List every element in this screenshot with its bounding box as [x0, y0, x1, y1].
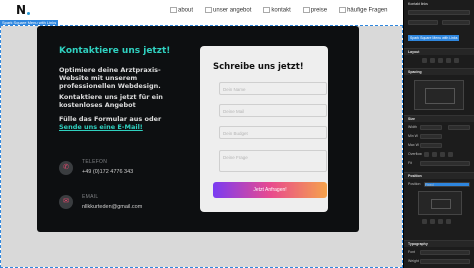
- logo-dot: [27, 12, 30, 15]
- panel-class-tag[interactable]: Spark Square Menu with Links: [408, 35, 460, 41]
- position-presets: [422, 219, 451, 224]
- contact-card: Kontaktiere uns jetzt! Optimiere deine A…: [37, 26, 359, 232]
- panel-section-size[interactable]: Size: [404, 115, 474, 122]
- width-input[interactable]: [420, 125, 442, 130]
- contact-text-1: Optimiere deine Arztpraxis-Website mit u…: [59, 66, 161, 90]
- email-value: nllkkurteden@gmail.com: [82, 204, 143, 210]
- site-navbar: N about unser angebot kontakt preise häu…: [0, 0, 403, 22]
- email-label: EMAIL: [82, 194, 99, 200]
- preset-bottom-left-icon[interactable]: [438, 219, 443, 224]
- max-width-input[interactable]: [420, 143, 442, 148]
- height-input[interactable]: [448, 125, 470, 130]
- phone-label: TELEFON: [82, 159, 108, 165]
- position-offset-box[interactable]: [418, 191, 462, 215]
- overflow-hidden-icon[interactable]: [432, 152, 437, 157]
- min-width-input[interactable]: [420, 134, 442, 139]
- fit-select[interactable]: [420, 161, 470, 166]
- display-options: [422, 58, 459, 63]
- panel-section-layout[interactable]: Layout: [404, 48, 474, 55]
- overflow-options: [424, 152, 453, 157]
- panel-section-position[interactable]: Position: [404, 172, 474, 179]
- display-none-icon[interactable]: [454, 58, 459, 63]
- display-grid-icon[interactable]: [438, 58, 443, 63]
- nav-link-faq[interactable]: häufige Fragen: [339, 7, 387, 14]
- email-link[interactable]: Sende uns eine E-Mail!: [59, 123, 143, 131]
- panel-title: Kontakt links: [408, 2, 428, 6]
- submit-button[interactable]: Jetzt Anfragen!: [213, 182, 327, 198]
- overflow-scroll-icon[interactable]: [440, 152, 445, 157]
- email-icon: ✉: [59, 195, 73, 209]
- contact-text-2: Kontaktiere uns jetzt für ein kostenlose…: [59, 93, 163, 109]
- overflow-visible-icon[interactable]: [424, 152, 429, 157]
- contact-title: Kontaktiere uns jetzt!: [59, 46, 171, 56]
- panel-class-field[interactable]: [408, 20, 438, 25]
- phone-icon: ✆: [59, 161, 73, 175]
- font-select[interactable]: [420, 250, 470, 255]
- panel-section-typography[interactable]: Typography: [404, 240, 474, 247]
- display-inline-icon[interactable]: [446, 58, 451, 63]
- phone-value: +49 (0)172 4776 343: [82, 169, 134, 175]
- display-block-icon[interactable]: [422, 58, 427, 63]
- question-textarea[interactable]: Deine Frage: [219, 150, 327, 172]
- preset-top-left-icon[interactable]: [422, 219, 427, 224]
- preset-bottom-right-icon[interactable]: [446, 219, 451, 224]
- panel-state-field[interactable]: [442, 20, 470, 25]
- nav-link-angebot[interactable]: unser angebot: [205, 7, 251, 14]
- contact-text-3-prefix: Fülle das Formular aus oder: [59, 115, 162, 123]
- nav-links: about unser angebot kontakt preise häufi…: [170, 7, 387, 14]
- position-inner-box: [431, 199, 451, 209]
- panel-name-field[interactable]: [408, 10, 470, 15]
- budget-input[interactable]: Dein Budget: [219, 126, 327, 139]
- overflow-auto-icon[interactable]: [448, 152, 453, 157]
- mail-input[interactable]: Deine Mail: [219, 104, 327, 117]
- contact-form: Schreibe uns jetzt! Dein Name Deine Mail…: [200, 46, 328, 212]
- margin-box[interactable]: [414, 80, 464, 110]
- nav-link-kontakt[interactable]: kontakt: [263, 7, 290, 14]
- nav-link-about[interactable]: about: [170, 7, 193, 14]
- properties-panel: Kontakt links Spark Square Menu with Lin…: [403, 0, 474, 268]
- padding-box[interactable]: [425, 88, 455, 104]
- contact-text-3: Fülle das Formular aus oder Sende uns ei…: [59, 115, 169, 131]
- name-input[interactable]: Dein Name: [219, 82, 327, 95]
- site-logo[interactable]: N: [16, 3, 30, 17]
- preset-top-right-icon[interactable]: [430, 219, 435, 224]
- weight-select[interactable]: [420, 259, 470, 264]
- nav-link-preise[interactable]: preise: [303, 7, 327, 14]
- design-canvas[interactable]: N about unser angebot kontakt preise häu…: [0, 0, 403, 268]
- form-title: Schreibe uns jetzt!: [213, 62, 304, 72]
- display-flex-icon[interactable]: [430, 58, 435, 63]
- panel-section-spacing[interactable]: Spacing: [404, 68, 474, 75]
- position-select[interactable]: Fixed: [424, 182, 470, 187]
